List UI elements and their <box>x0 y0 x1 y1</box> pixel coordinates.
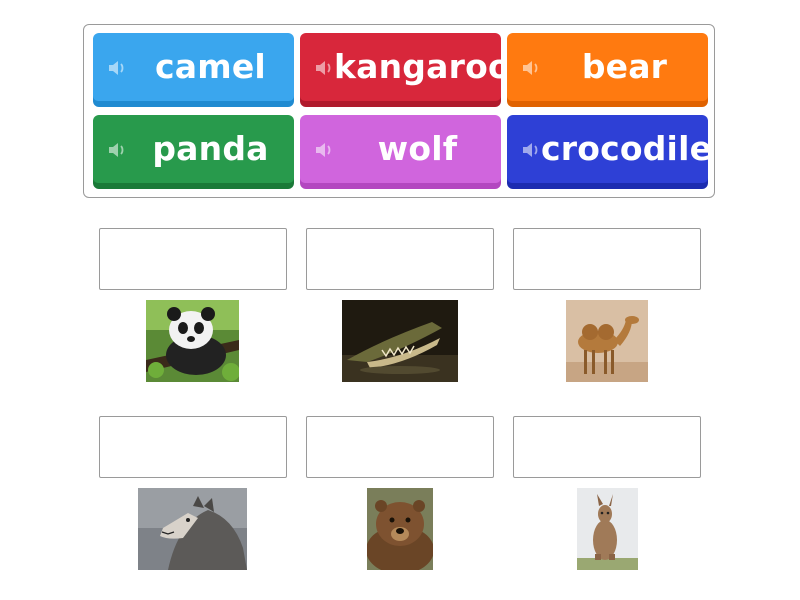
speaker-icon[interactable] <box>107 59 127 77</box>
panda-image <box>146 300 239 382</box>
wolf-image <box>138 488 247 570</box>
drop-slot-5[interactable] <box>306 416 494 478</box>
camel-image <box>566 300 648 382</box>
word-bank: camel kangaroo bear panda wolf crocodile <box>83 24 715 198</box>
speaker-icon[interactable] <box>314 141 334 159</box>
drop-slot-6[interactable] <box>513 416 701 478</box>
drop-slot-2[interactable] <box>306 228 494 290</box>
tile-kangaroo[interactable]: kangaroo <box>300 33 511 107</box>
tile-label: wolf <box>377 129 458 168</box>
crocodile-image <box>342 300 458 382</box>
tile-wolf[interactable]: wolf <box>300 115 501 189</box>
tile-crocodile[interactable]: crocodile <box>507 115 713 189</box>
bear-image <box>367 488 433 570</box>
tile-label: crocodile <box>541 129 713 168</box>
speaker-icon[interactable] <box>521 141 541 159</box>
kangaroo-image <box>577 488 638 570</box>
tile-label: kangaroo <box>334 47 511 86</box>
speaker-icon[interactable] <box>521 59 541 77</box>
tile-label: panda <box>152 129 269 168</box>
tile-camel[interactable]: camel <box>93 33 294 107</box>
tile-label: camel <box>155 47 266 86</box>
speaker-icon[interactable] <box>107 141 127 159</box>
drop-slot-3[interactable] <box>513 228 701 290</box>
drop-slot-4[interactable] <box>99 416 287 478</box>
tile-label: bear <box>581 47 668 86</box>
speaker-icon[interactable] <box>314 59 334 77</box>
tile-bear[interactable]: bear <box>507 33 708 107</box>
tile-panda[interactable]: panda <box>93 115 294 189</box>
drop-slot-1[interactable] <box>99 228 287 290</box>
